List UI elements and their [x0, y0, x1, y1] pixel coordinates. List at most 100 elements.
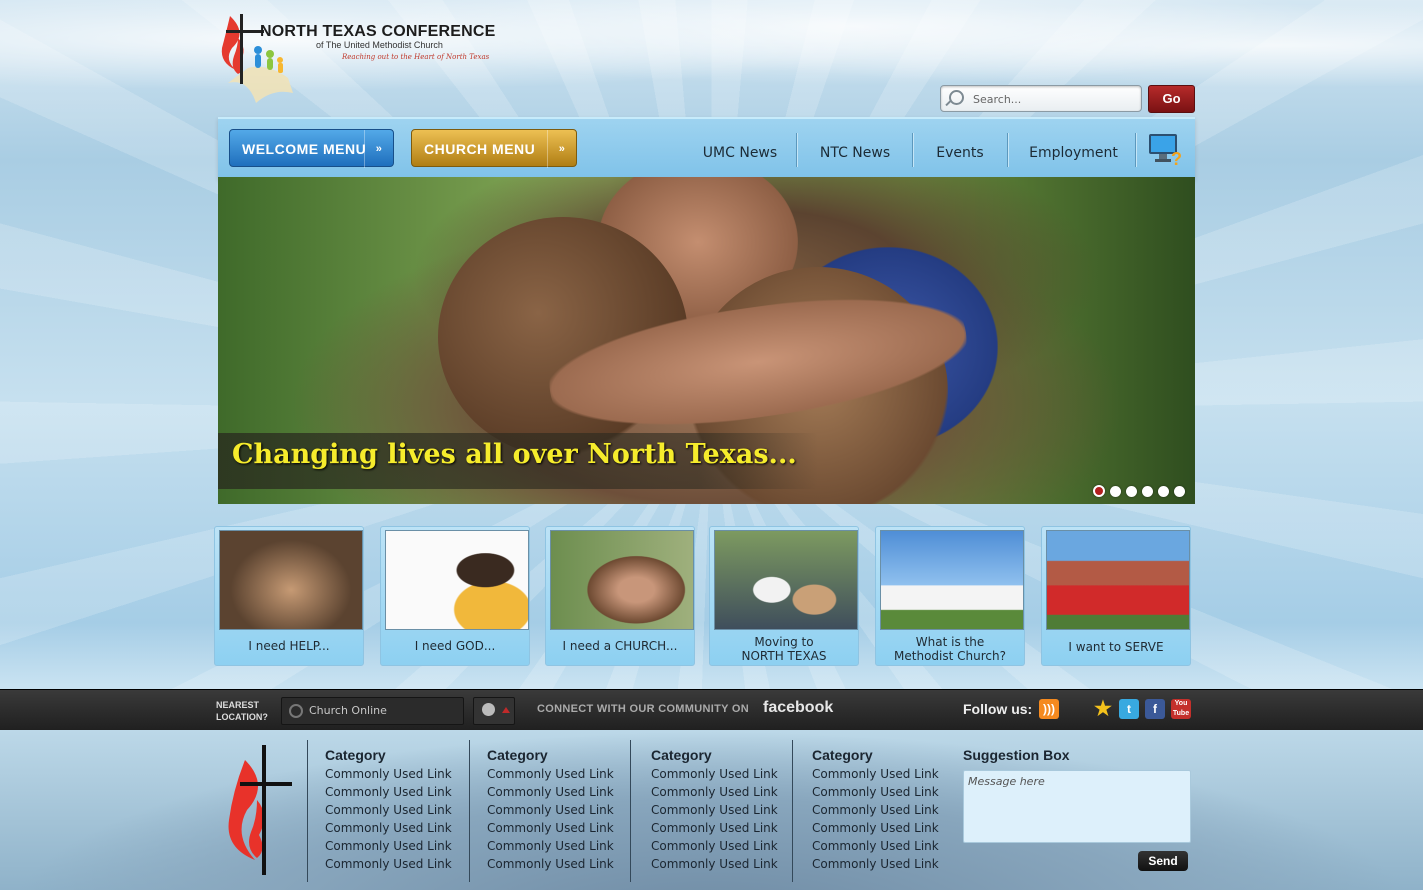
card-want-to-serve[interactable]: I want to SERVE — [1041, 526, 1191, 666]
footer-link[interactable]: Commonly Used Link — [325, 765, 475, 783]
nav-link-employment[interactable]: Employment — [1021, 133, 1126, 167]
footer-link[interactable]: Commonly Used Link — [812, 837, 962, 855]
footer-link[interactable]: Commonly Used Link — [651, 783, 801, 801]
footer-link[interactable]: Commonly Used Link — [812, 855, 962, 873]
footer-link[interactable]: Commonly Used Link — [812, 765, 962, 783]
footer-link[interactable]: Commonly Used Link — [651, 855, 801, 873]
footer-column-4: Category Commonly Used Link Commonly Use… — [812, 747, 962, 873]
footer-link[interactable]: Commonly Used Link — [651, 801, 801, 819]
chevron-down-icon: » — [547, 130, 576, 168]
footer-category-heading: Category — [812, 747, 873, 763]
nav-link-umc-news[interactable]: UMC News — [692, 133, 788, 167]
nav-divider — [912, 133, 914, 167]
footer-category-heading: Category — [325, 747, 386, 763]
card-label: I need GOD... — [414, 639, 496, 653]
footer-link[interactable]: Commonly Used Link — [325, 855, 475, 873]
footer-link[interactable]: Commonly Used Link — [812, 801, 962, 819]
gear-icon — [289, 704, 303, 718]
footer-link[interactable]: Commonly Used Link — [487, 855, 637, 873]
suggestion-message-input[interactable] — [964, 771, 1190, 843]
facebook-link[interactable]: facebook — [763, 699, 833, 717]
logo-title: NORTH TEXAS CONFERENCE — [260, 23, 496, 40]
twitter-icon[interactable]: t — [1119, 699, 1139, 719]
slider-dot-2[interactable] — [1110, 486, 1121, 497]
footer-link[interactable]: Commonly Used Link — [651, 837, 801, 855]
location-value: Church Online — [309, 704, 387, 717]
card-label: What is the Methodist Church? — [894, 635, 1006, 663]
card-thumbnail-moving-couple — [714, 530, 858, 630]
footer-category-heading: Category — [487, 747, 548, 763]
church-menu-label: CHURCH MENU — [424, 141, 536, 157]
send-button[interactable]: Send — [1138, 851, 1188, 871]
slider-dot-3[interactable] — [1126, 486, 1137, 497]
nav-link-ntc-news[interactable]: NTC News — [808, 133, 902, 167]
background-clouds — [0, 0, 1423, 130]
hero-caption-bar: Changing lives all over North Texas... — [218, 433, 818, 489]
go-button[interactable]: Go — [1148, 85, 1195, 113]
footer-link[interactable]: Commonly Used Link — [325, 801, 475, 819]
computer-help-icon[interactable]: ? — [1147, 131, 1183, 167]
hero-slider[interactable]: Changing lives all over North Texas... — [218, 177, 1195, 504]
footer-divider — [307, 740, 308, 882]
footer-column-1: Category Commonly Used Link Commonly Use… — [325, 747, 475, 873]
footer-link[interactable]: Commonly Used Link — [487, 801, 637, 819]
nav-link-events[interactable]: Events — [924, 133, 996, 167]
nav-divider — [796, 133, 798, 167]
footer-link[interactable]: Commonly Used Link — [487, 837, 637, 855]
search-box[interactable] — [940, 85, 1142, 112]
slider-dot-1[interactable] — [1093, 485, 1105, 497]
card-thumbnail-service-day — [1046, 530, 1190, 630]
footer-link[interactable]: Commonly Used Link — [651, 819, 801, 837]
hero-caption: Changing lives all over North Texas... — [232, 439, 797, 470]
cross-flame-icon — [228, 745, 292, 875]
facebook-icon[interactable]: f — [1145, 699, 1165, 719]
chevron-down-icon: » — [364, 130, 393, 168]
welcome-menu-button[interactable]: WELCOME MENU » — [229, 129, 394, 168]
footer-link[interactable]: Commonly Used Link — [325, 819, 475, 837]
footer-link[interactable]: Commonly Used Link — [325, 837, 475, 855]
card-moving-north-texas[interactable]: Moving to NORTH TEXAS — [709, 526, 859, 666]
site-footer: Category Commonly Used Link Commonly Use… — [0, 730, 1423, 890]
youtube-icon[interactable]: You Tube — [1171, 699, 1191, 719]
slider-dot-6[interactable] — [1174, 486, 1185, 497]
location-dropdown-button[interactable] — [473, 697, 515, 725]
card-thumbnail-church-building — [880, 530, 1024, 630]
footer-column-2: Category Commonly Used Link Commonly Use… — [487, 747, 637, 873]
location-select[interactable]: Church Online — [281, 697, 464, 725]
location-social-bar: NEAREST LOCATION? Church Online CONNECT … — [0, 689, 1423, 731]
footer-column-3: Category Commonly Used Link Commonly Use… — [651, 747, 801, 873]
card-label: I need HELP... — [248, 639, 330, 653]
star-icon[interactable]: ★ — [1093, 699, 1113, 719]
footer-link[interactable]: Commonly Used Link — [487, 765, 637, 783]
footer-link[interactable]: Commonly Used Link — [651, 765, 801, 783]
church-menu-button[interactable]: CHURCH MENU » — [411, 129, 577, 168]
connect-community-text: CONNECT WITH OUR COMMUNITY ON — [537, 703, 749, 715]
footer-link[interactable]: Commonly Used Link — [812, 783, 962, 801]
card-label: I want to SERVE — [1068, 640, 1164, 654]
slider-dot-4[interactable] — [1142, 486, 1153, 497]
site-logo[interactable]: NORTH TEXAS CONFERENCE of The United Met… — [218, 8, 495, 110]
footer-link[interactable]: Commonly Used Link — [487, 819, 637, 837]
footer-link[interactable]: Commonly Used Link — [812, 819, 962, 837]
suggestion-box-title: Suggestion Box — [963, 747, 1070, 763]
nearest-label-line1: NEAREST — [216, 700, 260, 710]
footer-link[interactable]: Commonly Used Link — [487, 783, 637, 801]
footer-link[interactable]: Commonly Used Link — [325, 783, 475, 801]
slider-dot-5[interactable] — [1158, 486, 1169, 497]
logo-subtitle: of The United Methodist Church — [316, 40, 443, 50]
search-input[interactable] — [971, 89, 1135, 109]
follow-us-label: Follow us: — [963, 701, 1033, 717]
triangle-up-icon — [502, 707, 510, 713]
card-methodist-church[interactable]: What is the Methodist Church? — [875, 526, 1025, 666]
card-need-church[interactable]: I need a CHURCH... — [545, 526, 695, 666]
card-label: I need a CHURCH... — [562, 639, 678, 653]
card-thumbnail-jail-hands — [219, 530, 363, 630]
nav-divider — [1135, 133, 1137, 167]
nav-divider — [1007, 133, 1009, 167]
footer-category-heading: Category — [651, 747, 712, 763]
rss-icon[interactable]: ))) — [1039, 699, 1059, 719]
suggestion-box — [963, 770, 1191, 843]
main-navbar: WELCOME MENU » CHURCH MENU » UMC News NT… — [218, 117, 1195, 179]
card-need-god[interactable]: I need GOD... — [380, 526, 530, 666]
card-need-help[interactable]: I need HELP... — [214, 526, 364, 666]
